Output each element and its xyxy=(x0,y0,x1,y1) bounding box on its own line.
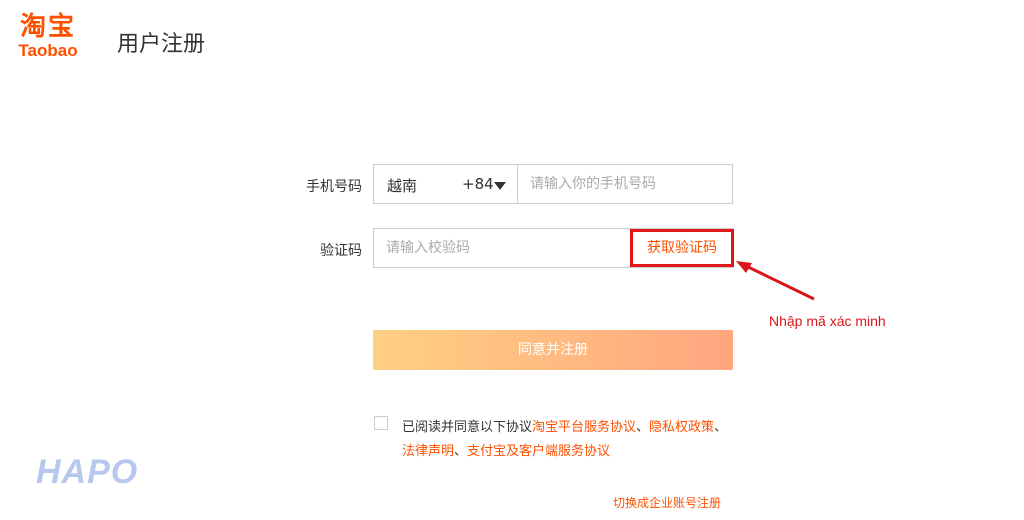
get-code-button[interactable]: 获取验证码 xyxy=(630,229,734,267)
annotation-arrow-icon xyxy=(736,261,815,301)
agreement-prefix: 已阅读并同意以下协议 xyxy=(402,420,533,435)
country-name: 越南 xyxy=(387,177,418,195)
verification-code-input[interactable] xyxy=(374,229,624,267)
verification-label: 验证码 xyxy=(320,243,362,259)
legal-statement-link[interactable]: 法律声明 xyxy=(402,444,454,459)
logo-chinese-text: 淘宝 xyxy=(19,12,76,42)
phone-input[interactable] xyxy=(518,165,732,203)
country-code: +84 xyxy=(462,175,494,193)
privacy-policy-link[interactable]: 隐私权政策 xyxy=(649,420,714,435)
enterprise-register-link[interactable]: 切换成企业账号注册 xyxy=(613,494,721,511)
agreement-separator: 、 xyxy=(714,420,728,435)
agreement-checkbox[interactable] xyxy=(374,416,388,430)
taobao-logo[interactable]: 淘宝 Taobao xyxy=(10,12,86,68)
alipay-agreement-link[interactable]: 支付宝及客户端服务协议 xyxy=(467,444,610,459)
agreement-separator: 、 xyxy=(454,444,468,459)
logo-english-text: Taobao xyxy=(18,41,78,60)
agreement-text: 已阅读并同意以下协议淘宝平台服务协议、隐私权政策、法律声明、支付宝及客户端服务协… xyxy=(402,416,734,464)
caret-down-icon xyxy=(494,182,506,190)
country-select[interactable]: 越南 +84 xyxy=(374,165,518,203)
annotation-text: Nhập mã xác minh xyxy=(769,313,886,329)
register-button[interactable]: 同意并注册 xyxy=(373,330,733,370)
phone-field-group: 越南 +84 xyxy=(373,164,733,204)
agreement-separator: 、 xyxy=(636,420,650,435)
platform-agreement-link[interactable]: 淘宝平台服务协议 xyxy=(532,420,636,435)
page-title: 用户注册 xyxy=(117,32,206,57)
phone-label: 手机号码 xyxy=(306,179,362,195)
hapo-watermark: HAPO xyxy=(36,453,139,491)
